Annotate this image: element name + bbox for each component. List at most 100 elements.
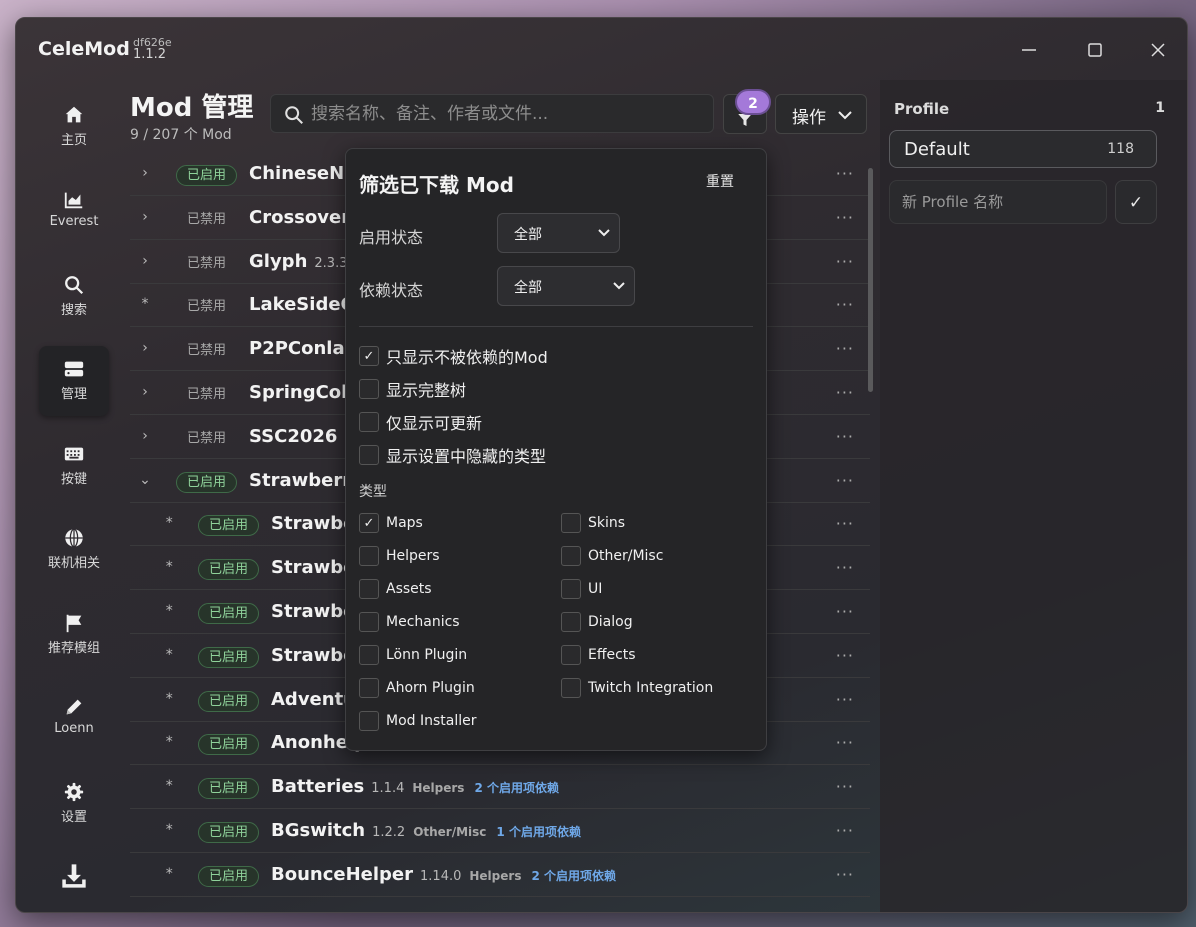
more-icon[interactable]: ··· [836, 471, 854, 490]
checkbox-icon[interactable] [359, 379, 379, 399]
sidebar-item-loenn[interactable]: Loenn [39, 684, 109, 754]
mod-row[interactable]: * 已启用 BGswitch 1.2.2 Other/Misc 1 个启用项依赖 ··· [130, 810, 870, 853]
mod-dependency-link[interactable]: 1 个启用项依赖 [496, 825, 581, 839]
mod-status-badge[interactable]: 已启用 [198, 603, 260, 624]
sidebar-item-download[interactable] [39, 854, 109, 912]
mod-row[interactable]: * 已启用 Batteries 1.1.4 Helpers 2 个启用项依赖 ··· [130, 766, 870, 810]
checkbox-icon[interactable] [561, 612, 581, 632]
checkbox-option[interactable]: 显示设置中隐藏的类型 [359, 443, 546, 467]
more-icon[interactable]: ··· [836, 821, 854, 840]
more-icon[interactable]: ··· [836, 865, 854, 884]
more-icon[interactable]: ··· [836, 295, 854, 314]
more-icon[interactable]: ··· [836, 514, 854, 533]
close-button[interactable] [1146, 38, 1170, 62]
checkbox-icon[interactable] [359, 612, 379, 632]
sidebar-item-manage[interactable]: 管理 [39, 346, 109, 416]
more-icon[interactable]: ··· [836, 164, 854, 183]
maximize-button[interactable] [1083, 38, 1107, 62]
mod-status-badge[interactable]: 已禁用 [176, 428, 237, 449]
checkbox-option[interactable]: ✓ 只显示不被依赖的Mod [359, 344, 548, 368]
sidebar-item-search[interactable]: 搜索 [39, 262, 109, 332]
enable-status-select[interactable]: 全部 [497, 213, 620, 253]
more-icon[interactable]: ··· [836, 252, 854, 271]
checkbox-option[interactable]: Helpers [359, 546, 440, 566]
checkbox-icon[interactable] [359, 412, 379, 432]
mod-dependency-link[interactable]: 2 个启用项依赖 [474, 781, 559, 795]
checkbox-option[interactable]: 仅显示可更新 [359, 410, 482, 434]
checkbox-option[interactable]: Ahorn Plugin [359, 678, 475, 698]
checkbox-checked-icon[interactable]: ✓ [359, 346, 379, 366]
mod-status-badge[interactable]: 已启用 [176, 165, 238, 186]
checkbox-option[interactable]: Other/Misc [561, 546, 663, 566]
checkbox-option[interactable]: Lönn Plugin [359, 645, 467, 665]
checkbox-option[interactable]: ✓ Maps [359, 513, 423, 533]
more-icon[interactable]: ··· [836, 383, 854, 402]
chevron-right-icon[interactable]: › [138, 384, 152, 402]
sidebar-item-keys[interactable]: 按键 [39, 431, 109, 501]
checkbox-icon[interactable] [359, 711, 379, 731]
chevron-right-icon[interactable]: › [138, 253, 152, 271]
search-input[interactable] [311, 103, 701, 125]
more-icon[interactable]: ··· [836, 733, 854, 752]
checkbox-option[interactable]: Mechanics [359, 612, 460, 632]
mod-status-badge[interactable]: 已启用 [198, 778, 260, 800]
checkbox-option[interactable]: UI [561, 579, 602, 599]
more-icon[interactable]: ··· [836, 690, 854, 709]
mod-status-badge[interactable]: 已禁用 [176, 209, 237, 230]
more-icon[interactable]: ··· [836, 427, 854, 446]
list-scrollbar[interactable] [868, 168, 873, 392]
chevron-right-icon[interactable]: › [138, 209, 152, 227]
more-icon[interactable]: ··· [836, 646, 854, 665]
more-icon[interactable]: ··· [836, 339, 854, 358]
more-icon[interactable]: ··· [836, 558, 854, 577]
checkbox-checked-icon[interactable]: ✓ [359, 513, 379, 533]
checkbox-icon[interactable] [561, 546, 581, 566]
mod-status-badge[interactable]: 已启用 [198, 690, 260, 712]
checkbox-icon[interactable] [359, 546, 379, 566]
checkbox-option[interactable]: Mod Installer [359, 711, 477, 731]
mod-status-badge[interactable]: 已禁用 [176, 340, 237, 361]
checkbox-option[interactable]: 显示完整树 [359, 377, 466, 401]
checkbox-icon[interactable] [561, 645, 581, 665]
sidebar-item-home[interactable]: 主页 [39, 92, 109, 162]
mod-status-badge[interactable]: 已禁用 [176, 296, 237, 317]
chevron-right-icon[interactable]: › [138, 428, 152, 446]
mod-status-badge[interactable]: 已启用 [198, 515, 260, 537]
chevron-right-icon[interactable]: › [138, 340, 152, 358]
minimize-button[interactable] [1017, 38, 1041, 62]
mod-status-badge[interactable]: 已启用 [198, 559, 260, 581]
checkbox-option[interactable]: Skins [561, 513, 625, 533]
mod-status-badge[interactable]: 已启用 [176, 471, 238, 493]
chevron-down-icon[interactable]: ⌄ [138, 472, 152, 490]
checkbox-icon[interactable] [359, 445, 379, 465]
checkbox-icon[interactable] [359, 579, 379, 599]
more-icon[interactable]: ··· [836, 208, 854, 227]
chevron-right-icon[interactable]: › [138, 165, 152, 183]
checkbox-icon[interactable] [561, 678, 581, 698]
mod-status-badge[interactable]: 已启用 [198, 822, 260, 843]
new-profile-input[interactable] [902, 193, 1102, 211]
confirm-profile-button[interactable]: ✓ [1115, 180, 1157, 224]
dependency-status-select[interactable]: 全部 [497, 266, 635, 306]
checkbox-icon[interactable] [359, 645, 379, 665]
sidebar-item-settings[interactable]: 设置 [39, 769, 109, 839]
more-icon[interactable]: ··· [836, 602, 854, 621]
reset-button[interactable]: 重置 [706, 171, 734, 191]
mod-dependency-link[interactable]: 2 个启用项依赖 [531, 869, 616, 883]
checkbox-icon[interactable] [561, 579, 581, 599]
checkbox-option[interactable]: Assets [359, 579, 432, 599]
checkbox-icon[interactable] [561, 513, 581, 533]
more-icon[interactable]: ··· [836, 777, 854, 796]
checkbox-option[interactable]: Dialog [561, 612, 633, 632]
sidebar-item-everest[interactable]: Everest [39, 177, 109, 247]
mod-status-badge[interactable]: 已启用 [198, 734, 260, 756]
checkbox-option[interactable]: Twitch Integration [561, 678, 713, 698]
mod-status-badge[interactable]: 已启用 [198, 865, 260, 887]
mod-status-badge[interactable]: 已禁用 [176, 384, 237, 405]
checkbox-option[interactable]: Effects [561, 645, 636, 665]
profile-item-default[interactable]: Default 118 [889, 130, 1157, 168]
operations-button[interactable]: 操作 [775, 94, 867, 134]
mod-row[interactable]: * 已启用 BounceHelper 1.14.0 Helpers 2 个启用项依赖 ··· [130, 854, 870, 897]
sidebar-item-online[interactable]: 联机相关 [39, 515, 109, 585]
mod-status-badge[interactable]: 已启用 [198, 646, 260, 668]
